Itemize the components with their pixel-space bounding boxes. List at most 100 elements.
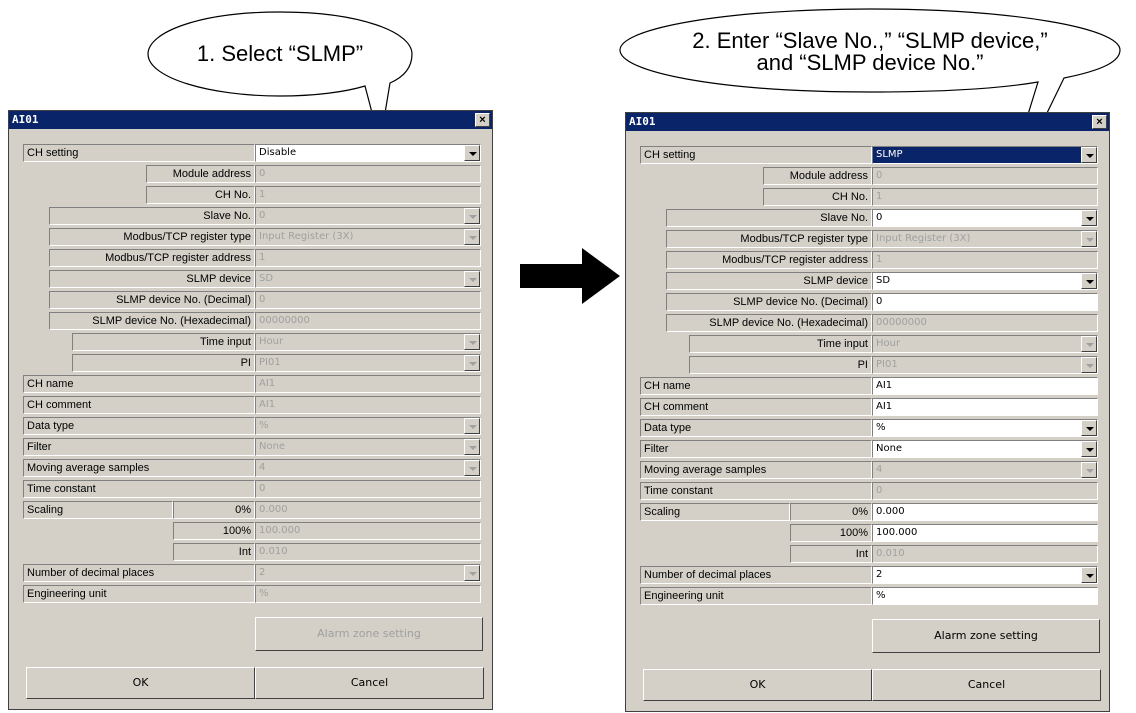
pi-select: PI01 [872,356,1098,374]
cancel-button[interactable]: Cancel [872,669,1101,701]
alarm-zone-setting-button[interactable]: Alarm zone setting [872,619,1100,653]
ch-name-field[interactable]: AI1 [872,377,1098,395]
eng-unit-field: % [255,585,481,603]
label-module-address: Module address [763,167,872,185]
label-ch-name: CH name [23,375,255,393]
label-ch-comment: CH comment [23,396,255,414]
modbus-type-value: Input Register (3X) [876,233,971,244]
ch-name-value: AI1 [259,378,276,389]
data-type-value: % [259,420,269,431]
label-module-address: Module address [146,165,255,183]
chevron-down-icon [464,334,480,350]
ch-setting-select[interactable]: SLMP [872,146,1098,164]
label-filter: Filter [23,438,255,456]
scale-int-field: 0.010 [255,543,481,561]
label-time-input: Time input [689,335,872,353]
chevron-down-icon [1081,231,1097,247]
scale-0-value: 0.000 [259,504,288,515]
ok-button[interactable]: OK [26,667,255,699]
close-icon[interactable]: × [475,113,490,127]
chevron-down-icon[interactable] [1081,567,1097,583]
arrow-shape [520,248,620,304]
scale-100-field[interactable]: 100.000 [872,524,1098,542]
chevron-down-icon [464,460,480,476]
ch-comment-field[interactable]: AI1 [872,398,1098,416]
slmp-hex-value: 00000000 [259,315,310,326]
modbus-address-value: 1 [259,252,266,263]
alarm-zone-setting-button: Alarm zone setting [255,617,483,651]
chevron-down-icon [464,355,480,371]
time-constant-field: 0 [255,480,481,498]
slmp-dec-field: 0 [255,291,481,309]
ch-name-field: AI1 [255,375,481,393]
chevron-down-icon[interactable] [1081,147,1097,163]
slmp-dec-field[interactable]: 0 [872,293,1098,311]
scaling-label: Scaling [23,501,173,519]
close-icon[interactable]: × [1092,115,1107,129]
label-decimals: Number of decimal places [640,566,872,584]
filter-value: None [259,441,286,452]
label-ch-setting: CH setting [23,144,255,162]
callout-right-line1: 2. Enter “Slave No.,” “SLMP device,” [692,28,1048,53]
scaling-label: Scaling [640,503,790,521]
ch-setting-value: SLMP [876,149,903,160]
ok-button[interactable]: OK [643,669,872,701]
label-modbus-type: Modbus/TCP register type [49,228,255,246]
module-address-field: 0 [255,165,481,183]
slave-no-select[interactable]: 0 [872,209,1098,227]
dialog-ai01-after: AI01 × Scaling CH setting SLMP Module address… [625,112,1110,712]
label-slave-no: Slave No. [49,207,255,225]
slave-no-value: 0 [259,210,266,221]
chevron-down-icon [464,418,480,434]
slmp-device-select[interactable]: SD [872,272,1098,290]
decimals-value: 2 [259,567,266,578]
ch-setting-value: Disable [259,147,297,158]
ch-setting-select[interactable]: Disable [255,144,481,162]
filter-select[interactable]: None [872,440,1098,458]
scale-100-value: 100.000 [259,525,301,536]
label-scale-int: Int [173,543,255,561]
label-modbus-address: Modbus/TCP register address [666,251,872,269]
label-pi: PI [72,354,255,372]
eng-unit-field[interactable]: % [872,587,1098,605]
chevron-down-icon[interactable] [1081,273,1097,289]
time-input-value: Hour [876,338,901,349]
module-address-value: 0 [876,170,883,181]
label-scale-100: 100% [790,524,872,542]
label-ch-no: CH No. [763,188,872,206]
label-slmp-hex: SLMP device No. (Hexadecimal) [666,314,872,332]
scale-int-value: 0.010 [876,548,905,559]
decimals-select[interactable]: 2 [872,566,1098,584]
decimals-select: 2 [255,564,481,582]
label-moving-avg: Moving average samples [640,461,872,479]
chevron-down-icon [1081,462,1097,478]
label-time-constant: Time constant [640,482,872,500]
slmp-device-value: SD [259,273,274,284]
eng-unit-value: % [259,588,269,599]
ch-name-value: AI1 [876,380,893,391]
moving-avg-select: 4 [872,461,1098,479]
cancel-button[interactable]: Cancel [255,667,484,699]
ch-comment-value: AI1 [876,401,893,412]
chevron-down-icon[interactable] [464,145,480,161]
dialog-ai01-before: AI01 × Scaling CH setting Disable Module addr… [8,110,493,710]
label-filter: Filter [640,440,872,458]
label-eng-unit: Engineering unit [23,585,255,603]
time-constant-value: 0 [259,483,266,494]
chevron-down-icon [464,271,480,287]
chevron-down-icon[interactable] [1081,420,1097,436]
moving-avg-select: 4 [255,459,481,477]
ch-no-field: 1 [255,186,481,204]
label-slmp-hex: SLMP device No. (Hexadecimal) [49,312,255,330]
label-ch-name: CH name [640,377,872,395]
chevron-down-icon[interactable] [1081,210,1097,226]
chevron-down-icon [1081,336,1097,352]
chevron-down-icon[interactable] [1081,441,1097,457]
label-scale-0: 0% [173,501,255,519]
modbus-address-field: 1 [872,251,1098,269]
pi-select: PI01 [255,354,481,372]
slmp-hex-field: 00000000 [255,312,481,330]
scale-0-field[interactable]: 0.000 [872,503,1098,521]
data-type-select[interactable]: % [872,419,1098,437]
callout-left-text: 1. Select “SLMP” [196,41,364,66]
